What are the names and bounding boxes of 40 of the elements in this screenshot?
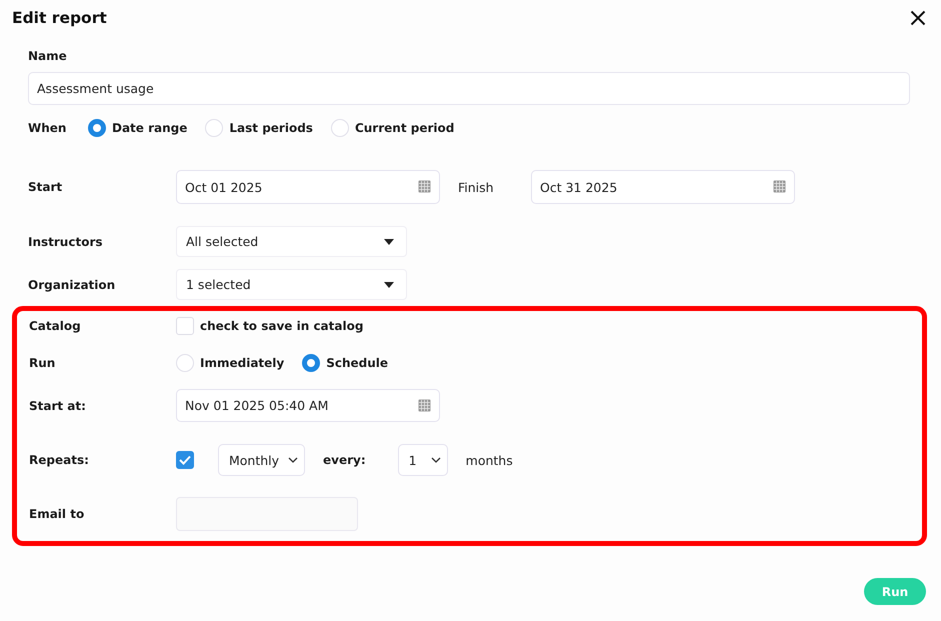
radio-label[interactable]: Last periods	[229, 121, 313, 135]
interval-select[interactable]: 1	[398, 444, 448, 476]
field-label: Repeats:	[29, 453, 90, 467]
radio-button[interactable]	[302, 354, 320, 372]
caret-icon	[384, 282, 394, 288]
radio-button[interactable]	[88, 119, 106, 137]
calendar-icon[interactable]	[418, 398, 431, 412]
calendar-icon[interactable]	[418, 180, 431, 193]
unit-label: months	[466, 452, 513, 468]
date-field[interactable]: Oct 31 2025	[531, 170, 795, 204]
date-field[interactable]: Oct 01 2025	[176, 170, 440, 204]
frequency-select[interactable]: Monthly	[218, 444, 305, 476]
field-label: Start	[28, 180, 64, 194]
field-label: Instructors	[28, 234, 104, 248]
field-label: Organization	[28, 278, 116, 292]
chevron-icon	[430, 457, 441, 463]
field-label: Start at:	[29, 398, 87, 412]
radio-label[interactable]: Date range	[112, 121, 188, 135]
field-label: Catalog	[29, 319, 82, 333]
close-icon[interactable]	[910, 10, 926, 26]
caret-icon	[384, 238, 394, 244]
dropdown[interactable]: 1 selected	[176, 269, 407, 300]
checkbox[interactable]	[176, 451, 194, 469]
chevron-icon	[288, 457, 298, 463]
radio-label[interactable]: Immediately	[200, 356, 284, 370]
field-label: When	[28, 121, 68, 135]
radio-label[interactable]: Schedule	[326, 356, 388, 370]
field-label: every:	[323, 453, 366, 467]
name-field[interactable]: Assessment usage	[28, 72, 910, 105]
field-label: Name	[28, 48, 67, 64]
dialog-title: Edit report	[12, 9, 107, 27]
field-label: Finish	[458, 180, 495, 194]
dropdown[interactable]: All selected	[176, 226, 407, 257]
radio-label[interactable]: Current period	[354, 121, 454, 135]
calendar-icon[interactable]	[773, 180, 786, 193]
checkbox-label[interactable]: check to save in catalog	[200, 319, 364, 333]
date-field[interactable]: Nov 01 2025 05:40 AM	[176, 389, 440, 422]
field-label: Run	[29, 356, 56, 370]
check-icon	[179, 455, 191, 465]
field-label: Email to	[29, 507, 86, 521]
